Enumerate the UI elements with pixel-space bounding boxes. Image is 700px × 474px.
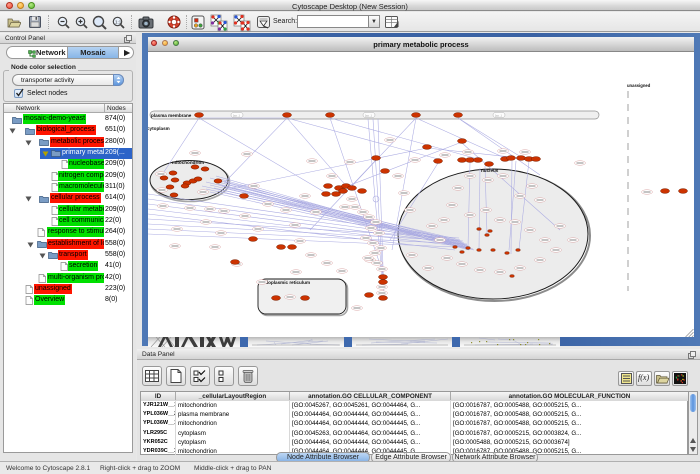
svg-text:[co..]: [co..]: [365, 114, 372, 118]
svg-text:plasma membrane: plasma membrane: [151, 113, 192, 118]
svg-text:mitochondrion: mitochondrion: [172, 160, 204, 165]
svg-text:nucleus: nucleus: [481, 168, 499, 173]
svg-text:[co..]: [co..]: [495, 114, 502, 118]
svg-text:cytoplasm: cytoplasm: [148, 126, 170, 131]
svg-text:1:1: 1:1: [115, 20, 122, 25]
svg-text:[co..]: [co..]: [233, 114, 240, 118]
svg-text:unassigned: unassigned: [627, 83, 651, 88]
